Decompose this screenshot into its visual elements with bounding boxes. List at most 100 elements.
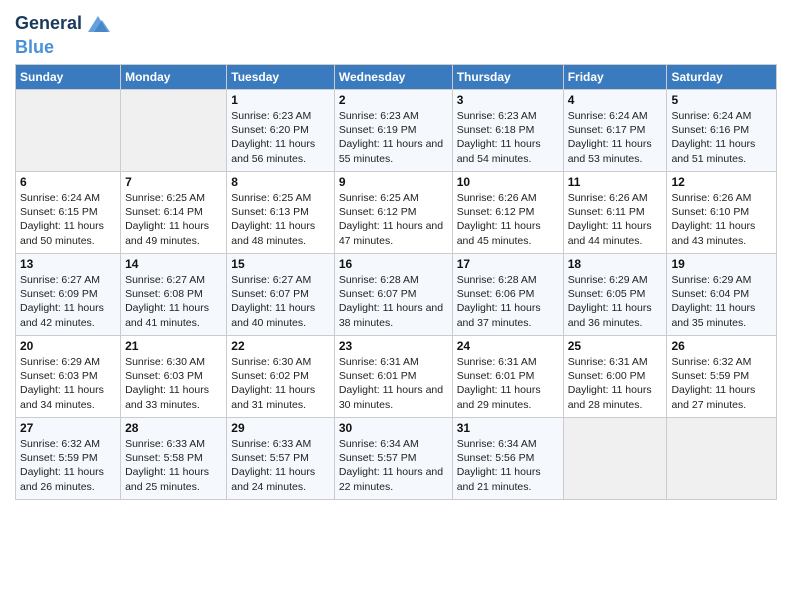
day-of-week-header: Wednesday: [334, 65, 452, 90]
day-info: Sunrise: 6:31 AMSunset: 6:01 PMDaylight:…: [457, 355, 559, 412]
day-info: Sunrise: 6:28 AMSunset: 6:07 PMDaylight:…: [339, 273, 448, 330]
day-info: Sunrise: 6:33 AMSunset: 5:57 PMDaylight:…: [231, 437, 330, 494]
calendar-cell: 17 Sunrise: 6:28 AMSunset: 6:06 PMDayligh…: [452, 254, 563, 336]
day-info: Sunrise: 6:25 AMSunset: 6:13 PMDaylight:…: [231, 191, 330, 248]
day-info: Sunrise: 6:27 AMSunset: 6:07 PMDaylight:…: [231, 273, 330, 330]
logo: General Blue: [15, 10, 112, 58]
calendar-cell: 26 Sunrise: 6:32 AMSunset: 5:59 PMDayligh…: [667, 336, 777, 418]
calendar-cell: [563, 418, 667, 500]
day-info: Sunrise: 6:28 AMSunset: 6:06 PMDaylight:…: [457, 273, 559, 330]
day-number: 16: [339, 257, 448, 271]
day-number: 13: [20, 257, 116, 271]
day-number: 14: [125, 257, 222, 271]
day-info: Sunrise: 6:29 AMSunset: 6:04 PMDaylight:…: [671, 273, 772, 330]
page-header: General Blue: [15, 10, 777, 58]
calendar-cell: 13Sunrise: 6:27 AMSunset: 6:09 PMDayligh…: [16, 254, 121, 336]
day-number: 28: [125, 421, 222, 435]
day-info: Sunrise: 6:25 AMSunset: 6:12 PMDaylight:…: [339, 191, 448, 248]
day-number: 25: [568, 339, 663, 353]
calendar-cell: 4 Sunrise: 6:24 AMSunset: 6:17 PMDaylight…: [563, 90, 667, 172]
calendar-cell: 15 Sunrise: 6:27 AMSunset: 6:07 PMDayligh…: [227, 254, 335, 336]
day-info: Sunrise: 6:29 AMSunset: 6:03 PMDaylight:…: [20, 355, 116, 412]
day-of-week-header: Saturday: [667, 65, 777, 90]
day-info: Sunrise: 6:24 AMSunset: 6:16 PMDaylight:…: [671, 109, 772, 166]
calendar-cell: 29 Sunrise: 6:33 AMSunset: 5:57 PMDayligh…: [227, 418, 335, 500]
day-info: Sunrise: 6:26 AMSunset: 6:11 PMDaylight:…: [568, 191, 663, 248]
day-number: 23: [339, 339, 448, 353]
day-of-week-header: Sunday: [16, 65, 121, 90]
calendar-cell: 1Sunrise: 6:23 AMSunset: 6:20 PMDaylight…: [227, 90, 335, 172]
day-number: 10: [457, 175, 559, 189]
day-number: 11: [568, 175, 663, 189]
calendar-cell: 14 Sunrise: 6:27 AMSunset: 6:08 PMDayligh…: [121, 254, 227, 336]
day-number: 29: [231, 421, 330, 435]
day-number: 22: [231, 339, 330, 353]
day-info: Sunrise: 6:32 AMSunset: 5:59 PMDaylight:…: [671, 355, 772, 412]
logo-icon: [84, 10, 112, 38]
day-of-week-header: Tuesday: [227, 65, 335, 90]
day-number: 2: [339, 93, 448, 107]
calendar-cell: 8 Sunrise: 6:25 AMSunset: 6:13 PMDaylight…: [227, 172, 335, 254]
calendar-cell: 3 Sunrise: 6:23 AMSunset: 6:18 PMDaylight…: [452, 90, 563, 172]
calendar-cell: 7Sunrise: 6:25 AMSunset: 6:14 PMDaylight…: [121, 172, 227, 254]
calendar-cell: 9 Sunrise: 6:25 AMSunset: 6:12 PMDaylight…: [334, 172, 452, 254]
day-of-week-header: Monday: [121, 65, 227, 90]
day-info: Sunrise: 6:30 AMSunset: 6:03 PMDaylight:…: [125, 355, 222, 412]
calendar-cell: 16 Sunrise: 6:28 AMSunset: 6:07 PMDayligh…: [334, 254, 452, 336]
calendar-cell: 18 Sunrise: 6:29 AMSunset: 6:05 PMDayligh…: [563, 254, 667, 336]
day-info: Sunrise: 6:30 AMSunset: 6:02 PMDaylight:…: [231, 355, 330, 412]
calendar-week-row: 1Sunrise: 6:23 AMSunset: 6:20 PMDaylight…: [16, 90, 777, 172]
calendar-cell: 25 Sunrise: 6:31 AMSunset: 6:00 PMDayligh…: [563, 336, 667, 418]
calendar-cell: 12 Sunrise: 6:26 AMSunset: 6:10 PMDayligh…: [667, 172, 777, 254]
day-info: Sunrise: 6:26 AMSunset: 6:10 PMDaylight:…: [671, 191, 772, 248]
day-info: Sunrise: 6:31 AMSunset: 6:00 PMDaylight:…: [568, 355, 663, 412]
calendar-cell: 6 Sunrise: 6:24 AMSunset: 6:15 PMDaylight…: [16, 172, 121, 254]
day-info: Sunrise: 6:23 AMSunset: 6:18 PMDaylight:…: [457, 109, 559, 166]
calendar-cell: 19 Sunrise: 6:29 AMSunset: 6:04 PMDayligh…: [667, 254, 777, 336]
calendar-cell: 22 Sunrise: 6:30 AMSunset: 6:02 PMDayligh…: [227, 336, 335, 418]
calendar-week-row: 6 Sunrise: 6:24 AMSunset: 6:15 PMDaylight…: [16, 172, 777, 254]
calendar-header-row: SundayMondayTuesdayWednesdayThursdayFrid…: [16, 65, 777, 90]
calendar-cell: 20 Sunrise: 6:29 AMSunset: 6:03 PMDayligh…: [16, 336, 121, 418]
day-number: 26: [671, 339, 772, 353]
calendar-cell: 2Sunrise: 6:23 AMSunset: 6:19 PMDaylight…: [334, 90, 452, 172]
day-info: Sunrise: 6:29 AMSunset: 6:05 PMDaylight:…: [568, 273, 663, 330]
day-info: Sunrise: 6:34 AMSunset: 5:57 PMDaylight:…: [339, 437, 448, 494]
day-number: 5: [671, 93, 772, 107]
day-number: 21: [125, 339, 222, 353]
day-info: Sunrise: 6:32 AMSunset: 5:59 PMDaylight:…: [20, 437, 116, 494]
day-number: 30: [339, 421, 448, 435]
calendar-cell: 30 Sunrise: 6:34 AMSunset: 5:57 PMDayligh…: [334, 418, 452, 500]
day-number: 31: [457, 421, 559, 435]
day-of-week-header: Friday: [563, 65, 667, 90]
day-number: 4: [568, 93, 663, 107]
calendar-week-row: 20 Sunrise: 6:29 AMSunset: 6:03 PMDayligh…: [16, 336, 777, 418]
day-of-week-header: Thursday: [452, 65, 563, 90]
day-number: 24: [457, 339, 559, 353]
day-info: Sunrise: 6:27 AMSunset: 6:08 PMDaylight:…: [125, 273, 222, 330]
day-number: 9: [339, 175, 448, 189]
calendar-cell: [16, 90, 121, 172]
calendar-cell: 28Sunrise: 6:33 AMSunset: 5:58 PMDayligh…: [121, 418, 227, 500]
day-number: 15: [231, 257, 330, 271]
day-number: 6: [20, 175, 116, 189]
calendar-cell: 11 Sunrise: 6:26 AMSunset: 6:11 PMDayligh…: [563, 172, 667, 254]
calendar-body: 1Sunrise: 6:23 AMSunset: 6:20 PMDaylight…: [16, 90, 777, 500]
calendar-cell: [121, 90, 227, 172]
day-number: 3: [457, 93, 559, 107]
day-info: Sunrise: 6:24 AMSunset: 6:17 PMDaylight:…: [568, 109, 663, 166]
day-number: 8: [231, 175, 330, 189]
calendar-cell: 31Sunrise: 6:34 AMSunset: 5:56 PMDayligh…: [452, 418, 563, 500]
day-info: Sunrise: 6:23 AMSunset: 6:20 PMDaylight:…: [231, 109, 330, 166]
day-number: 18: [568, 257, 663, 271]
day-info: Sunrise: 6:26 AMSunset: 6:12 PMDaylight:…: [457, 191, 559, 248]
calendar-week-row: 13Sunrise: 6:27 AMSunset: 6:09 PMDayligh…: [16, 254, 777, 336]
day-info: Sunrise: 6:24 AMSunset: 6:15 PMDaylight:…: [20, 191, 116, 248]
day-number: 19: [671, 257, 772, 271]
day-info: Sunrise: 6:25 AMSunset: 6:14 PMDaylight:…: [125, 191, 222, 248]
day-info: Sunrise: 6:31 AMSunset: 6:01 PMDaylight:…: [339, 355, 448, 412]
day-number: 20: [20, 339, 116, 353]
day-number: 12: [671, 175, 772, 189]
day-number: 17: [457, 257, 559, 271]
logo-text-blue: Blue: [15, 37, 54, 57]
